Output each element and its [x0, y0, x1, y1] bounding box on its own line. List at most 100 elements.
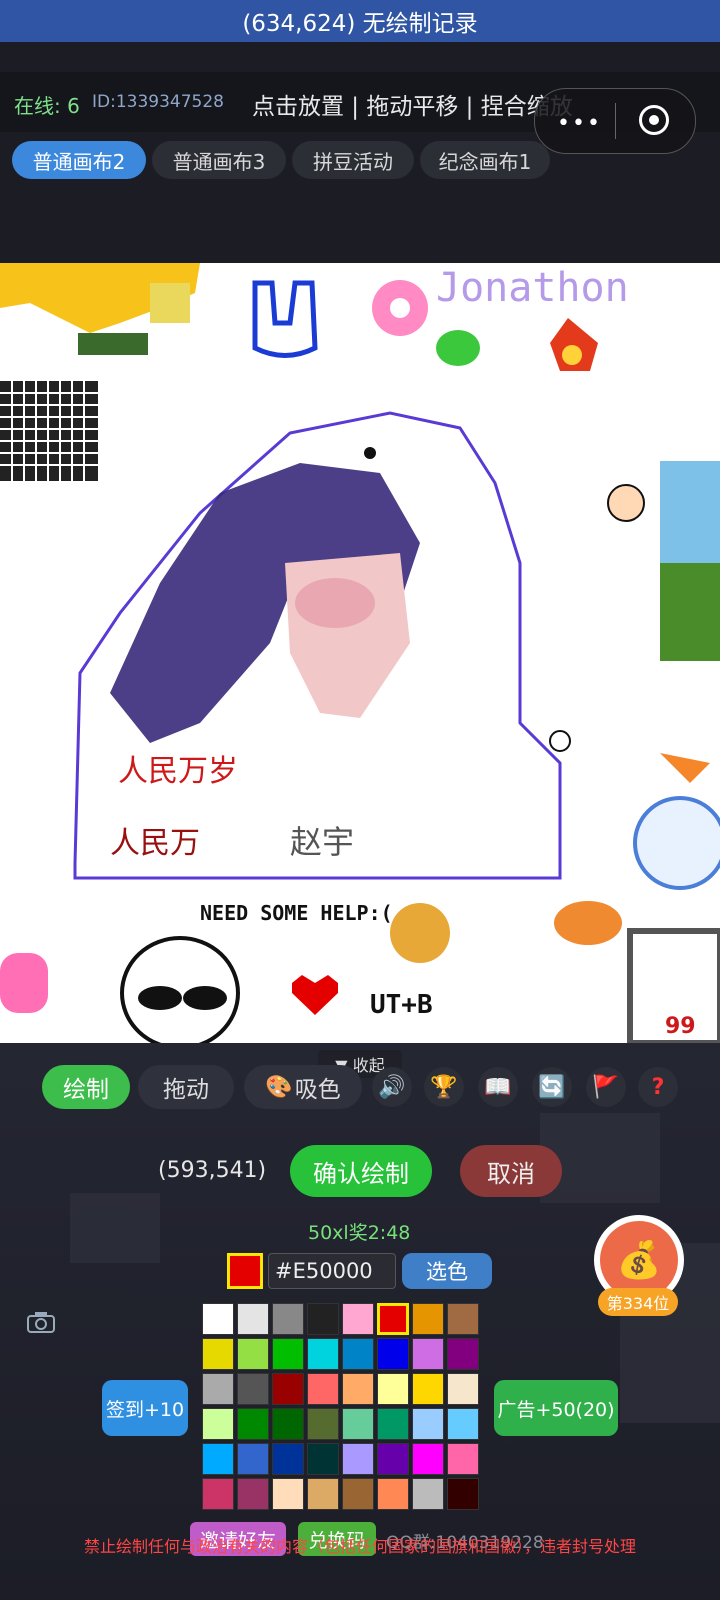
palette-swatch[interactable] [342, 1338, 374, 1370]
close-miniapp-icon[interactable] [639, 105, 669, 135]
svg-text:99: 99 [665, 1014, 696, 1039]
palette-swatch[interactable] [412, 1478, 444, 1510]
palette-swatch[interactable] [272, 1338, 304, 1370]
palette-swatch[interactable] [272, 1443, 304, 1475]
palette-swatch[interactable] [342, 1478, 374, 1510]
canvas-text-need-help: NEED SOME HELP:( [200, 901, 393, 925]
checkin-label: 签到+10 [105, 1398, 185, 1421]
pixel-canvas[interactable]: Jonathon 人民万岁 人民万 赵宇 NEED SOME HELP:( UT… [0, 263, 720, 1043]
palette-swatch[interactable] [272, 1303, 304, 1335]
palette-icon: 🎨 [265, 1074, 293, 1100]
drag-mode-button[interactable]: 拖动 [138, 1065, 234, 1109]
rank-text: 第334位 [606, 1294, 670, 1313]
online-count: 在线: 6 [14, 94, 80, 118]
palette-swatch[interactable] [307, 1408, 339, 1440]
palette-swatch[interactable] [307, 1303, 339, 1335]
color-palette [202, 1303, 482, 1515]
selected-coordinate: (593,541) [158, 1158, 267, 1183]
canvas-text-ren-min: 人民万 [110, 826, 200, 861]
draw-label: 绘制 [63, 1077, 109, 1103]
palette-swatch[interactable] [342, 1373, 374, 1405]
title-text: (634,624) 无绘制记录 [242, 11, 478, 37]
palette-swatch[interactable] [202, 1408, 234, 1440]
palette-swatch[interactable] [412, 1338, 444, 1370]
palette-swatch[interactable] [342, 1408, 374, 1440]
book-icon[interactable]: 📖 [478, 1067, 518, 1107]
palette-swatch[interactable] [447, 1478, 479, 1510]
palette-swatch[interactable] [237, 1478, 269, 1510]
tab-bead-event[interactable]: 拼豆活动 [292, 141, 414, 179]
palette-swatch[interactable] [447, 1443, 479, 1475]
color-hex-input[interactable]: #E50000 [268, 1253, 396, 1289]
rank-label: 第334位 [598, 1288, 678, 1316]
palette-swatch[interactable] [272, 1373, 304, 1405]
trophy-icon[interactable]: 🏆 [424, 1067, 464, 1107]
draw-mode-button[interactable]: 绘制 [42, 1065, 130, 1109]
more-options-icon[interactable]: ••• [557, 111, 602, 136]
flag-icon[interactable]: 🚩 [586, 1067, 626, 1107]
palette-swatch[interactable] [447, 1303, 479, 1335]
palette-swatch[interactable] [202, 1478, 234, 1510]
palette-swatch[interactable] [342, 1303, 374, 1335]
palette-swatch[interactable] [412, 1443, 444, 1475]
palette-swatch[interactable] [237, 1303, 269, 1335]
help-icon[interactable]: ? [638, 1067, 678, 1107]
color-picker-button[interactable]: 🎨 吸色 [244, 1065, 362, 1109]
palette-swatch[interactable] [307, 1373, 339, 1405]
palette-swatch[interactable] [202, 1443, 234, 1475]
palette-swatch[interactable] [307, 1478, 339, 1510]
palette-swatch[interactable] [447, 1373, 479, 1405]
palette-swatch[interactable] [307, 1443, 339, 1475]
palette-swatch[interactable] [377, 1478, 409, 1510]
palette-swatch[interactable] [307, 1338, 339, 1370]
palette-swatch[interactable] [237, 1408, 269, 1440]
palette-swatch[interactable] [412, 1373, 444, 1405]
canvas-text-jonathon: Jonathon [436, 265, 629, 311]
confirm-draw-button[interactable]: 确认绘制 [290, 1145, 432, 1197]
ad-label: 广告+50(20) [497, 1398, 615, 1421]
palette-swatch[interactable] [272, 1408, 304, 1440]
canvas-text-zhao: 赵宇 [290, 823, 354, 861]
tab-label: 纪念画布1 [438, 149, 532, 174]
drag-label: 拖动 [163, 1077, 209, 1103]
checkin-button[interactable]: 签到+10 [102, 1380, 188, 1436]
pick-color-label: 选色 [426, 1260, 468, 1284]
palette-swatch[interactable] [377, 1303, 409, 1335]
palette-swatch[interactable] [412, 1303, 444, 1335]
palette-swatch[interactable] [447, 1338, 479, 1370]
confirm-label: 确认绘制 [313, 1159, 409, 1188]
palette-swatch[interactable] [202, 1303, 234, 1335]
ad-reward-button[interactable]: 广告+50(20) [494, 1380, 618, 1436]
speaker-icon[interactable]: 🔊 [372, 1067, 412, 1107]
tab-label: 拼豆活动 [313, 149, 393, 174]
color-hex-value: #E50000 [275, 1259, 373, 1283]
pick-color-button[interactable]: 选色 [402, 1253, 492, 1289]
tab-label: 普通画布2 [32, 149, 126, 174]
palette-swatch[interactable] [237, 1373, 269, 1405]
palette-swatch[interactable] [377, 1408, 409, 1440]
canvas-text-ut: UT+B [370, 990, 433, 1020]
palette-swatch[interactable] [272, 1478, 304, 1510]
palette-swatch[interactable] [412, 1408, 444, 1440]
tab-canvas-3[interactable]: 普通画布3 [152, 141, 286, 179]
palette-swatch[interactable] [377, 1338, 409, 1370]
tab-label: 普通画布3 [172, 149, 266, 174]
palette-swatch[interactable] [202, 1338, 234, 1370]
operation-hint: 点击放置 | 拖动平移 | 捏合缩放 [252, 94, 573, 120]
palette-swatch[interactable] [447, 1408, 479, 1440]
tab-canvas-2[interactable]: 普通画布2 [12, 141, 146, 179]
palette-swatch[interactable] [377, 1443, 409, 1475]
cancel-button[interactable]: 取消 [460, 1145, 562, 1197]
title-bar: (634,624) 无绘制记录 [0, 0, 720, 42]
background-art [70, 1193, 160, 1263]
tab-memorial-canvas-1[interactable]: 纪念画布1 [420, 141, 550, 179]
camera-icon[interactable] [26, 1310, 56, 1334]
palette-swatch[interactable] [237, 1443, 269, 1475]
pick-label: 吸色 [294, 1077, 341, 1103]
refresh-icon[interactable]: 🔄 [532, 1067, 572, 1107]
palette-swatch[interactable] [342, 1443, 374, 1475]
palette-swatch[interactable] [202, 1373, 234, 1405]
palette-swatch[interactable] [237, 1338, 269, 1370]
palette-swatch[interactable] [377, 1373, 409, 1405]
canvas-art: Jonathon 人民万岁 人民万 赵宇 NEED SOME HELP:( UT… [0, 263, 720, 1043]
